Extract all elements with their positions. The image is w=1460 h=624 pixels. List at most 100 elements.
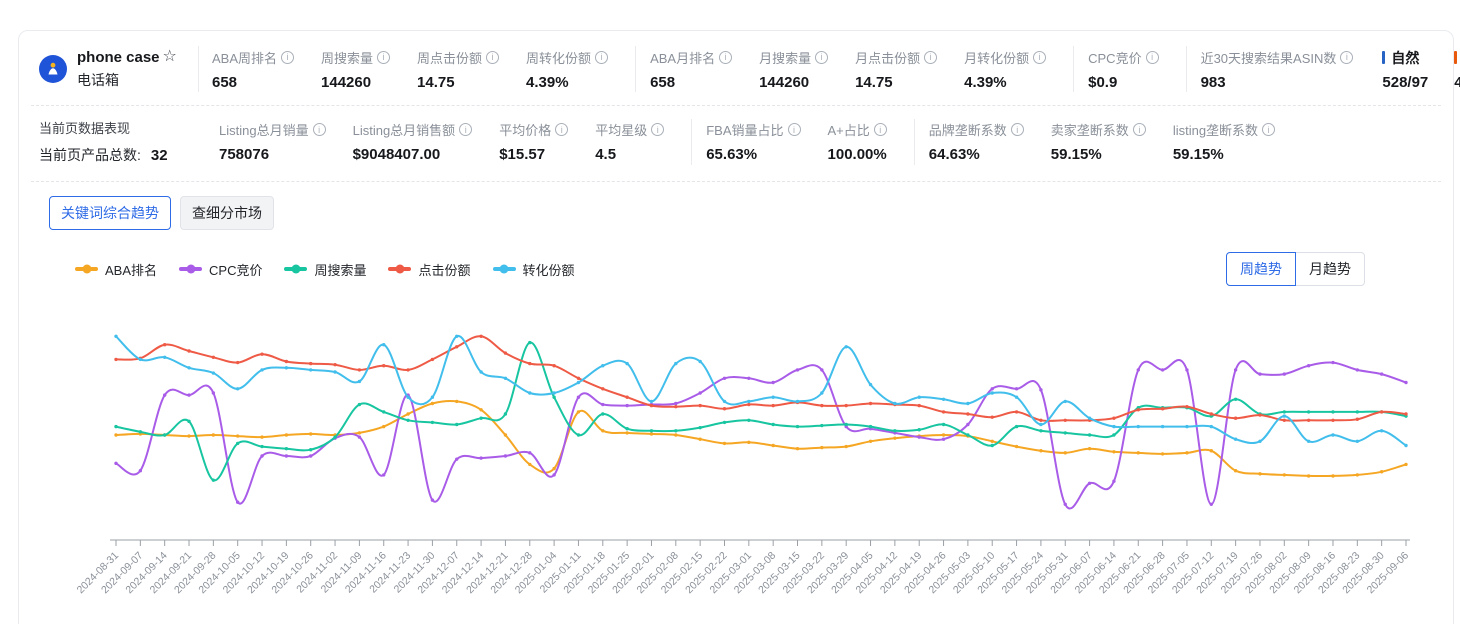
data-point[interactable] xyxy=(309,432,312,435)
data-point[interactable] xyxy=(1283,473,1286,476)
data-point[interactable] xyxy=(333,370,336,373)
data-point[interactable] xyxy=(771,396,774,399)
legend-item[interactable]: CPC竞价 xyxy=(179,260,262,279)
data-point[interactable] xyxy=(1380,410,1383,413)
data-point[interactable] xyxy=(723,377,726,380)
data-point[interactable] xyxy=(285,454,288,457)
data-point[interactable] xyxy=(1015,410,1018,413)
data-point[interactable] xyxy=(1015,396,1018,399)
data-point[interactable] xyxy=(260,454,263,457)
data-point[interactable] xyxy=(455,400,458,403)
data-point[interactable] xyxy=(1331,410,1334,413)
data-point[interactable] xyxy=(1307,419,1310,422)
data-point[interactable] xyxy=(698,438,701,441)
data-point[interactable] xyxy=(1088,433,1091,436)
data-point[interactable] xyxy=(942,433,945,436)
data-point[interactable] xyxy=(820,424,823,427)
data-point[interactable] xyxy=(114,462,117,465)
info-icon[interactable]: i xyxy=(1262,123,1275,136)
data-point[interactable] xyxy=(1356,410,1359,413)
tab-inactive[interactable]: 查细分市场 xyxy=(180,196,274,230)
data-point[interactable] xyxy=(796,447,799,450)
data-point[interactable] xyxy=(991,387,994,390)
data-point[interactable] xyxy=(991,415,994,418)
data-point[interactable] xyxy=(966,402,969,405)
data-point[interactable] xyxy=(479,370,482,373)
data-point[interactable] xyxy=(260,435,263,438)
toggle-week[interactable]: 周趋势 xyxy=(1226,252,1296,286)
data-point[interactable] xyxy=(1331,474,1334,477)
data-point[interactable] xyxy=(1307,474,1310,477)
data-point[interactable] xyxy=(333,435,336,438)
info-icon[interactable]: i xyxy=(555,123,568,136)
data-point[interactable] xyxy=(966,433,969,436)
data-point[interactable] xyxy=(236,442,239,445)
data-point[interactable] xyxy=(309,448,312,451)
data-point[interactable] xyxy=(187,366,190,369)
data-point[interactable] xyxy=(893,402,896,405)
data-point[interactable] xyxy=(723,421,726,424)
trend-chart-svg[interactable]: 2024-08-312024-09-072024-09-142024-09-21… xyxy=(19,290,1453,620)
info-icon[interactable]: i xyxy=(459,123,472,136)
data-point[interactable] xyxy=(1210,425,1213,428)
data-point[interactable] xyxy=(236,387,239,390)
data-point[interactable] xyxy=(406,396,409,399)
data-point[interactable] xyxy=(625,404,628,407)
data-point[interactable] xyxy=(1258,440,1261,443)
data-point[interactable] xyxy=(479,408,482,411)
data-point[interactable] xyxy=(187,349,190,352)
data-point[interactable] xyxy=(577,381,580,384)
data-point[interactable] xyxy=(285,366,288,369)
data-point[interactable] xyxy=(1331,433,1334,436)
data-point[interactable] xyxy=(820,446,823,449)
data-point[interactable] xyxy=(1064,400,1067,403)
info-icon[interactable]: i xyxy=(788,123,801,136)
data-point[interactable] xyxy=(431,421,434,424)
legend-item[interactable]: 周搜索量 xyxy=(284,260,366,279)
data-point[interactable] xyxy=(1039,429,1042,432)
data-point[interactable] xyxy=(1380,372,1383,375)
data-point[interactable] xyxy=(163,393,166,396)
info-icon[interactable]: i xyxy=(1146,51,1159,64)
data-point[interactable] xyxy=(796,368,799,371)
data-point[interactable] xyxy=(504,454,507,457)
data-point[interactable] xyxy=(625,362,628,365)
data-point[interactable] xyxy=(528,451,531,454)
data-point[interactable] xyxy=(869,425,872,428)
data-point[interactable] xyxy=(1234,438,1237,441)
data-point[interactable] xyxy=(455,335,458,338)
data-point[interactable] xyxy=(844,423,847,426)
data-point[interactable] xyxy=(285,447,288,450)
data-point[interactable] xyxy=(1088,447,1091,450)
data-point[interactable] xyxy=(1112,450,1115,453)
data-point[interactable] xyxy=(406,368,409,371)
data-point[interactable] xyxy=(942,398,945,401)
data-point[interactable] xyxy=(601,387,604,390)
data-point[interactable] xyxy=(382,425,385,428)
data-point[interactable] xyxy=(358,380,361,383)
data-point[interactable] xyxy=(601,403,604,406)
data-point[interactable] xyxy=(796,400,799,403)
data-point[interactable] xyxy=(431,358,434,361)
data-point[interactable] xyxy=(1404,444,1407,447)
data-point[interactable] xyxy=(1161,452,1164,455)
data-point[interactable] xyxy=(1015,387,1018,390)
data-point[interactable] xyxy=(406,419,409,422)
info-icon[interactable]: i xyxy=(281,51,294,64)
data-point[interactable] xyxy=(212,478,215,481)
data-point[interactable] xyxy=(504,433,507,436)
data-point[interactable] xyxy=(820,368,823,371)
data-point[interactable] xyxy=(114,358,117,361)
info-icon[interactable]: i xyxy=(874,123,887,136)
data-point[interactable] xyxy=(674,429,677,432)
data-point[interactable] xyxy=(991,444,994,447)
data-point[interactable] xyxy=(358,435,361,438)
data-point[interactable] xyxy=(1161,407,1164,410)
favorite-star-icon[interactable]: ☆ xyxy=(163,49,177,65)
data-point[interactable] xyxy=(601,429,604,432)
data-point[interactable] xyxy=(771,381,774,384)
data-point[interactable] xyxy=(869,402,872,405)
data-point[interactable] xyxy=(1112,425,1115,428)
data-point[interactable] xyxy=(309,362,312,365)
data-point[interactable] xyxy=(625,427,628,430)
